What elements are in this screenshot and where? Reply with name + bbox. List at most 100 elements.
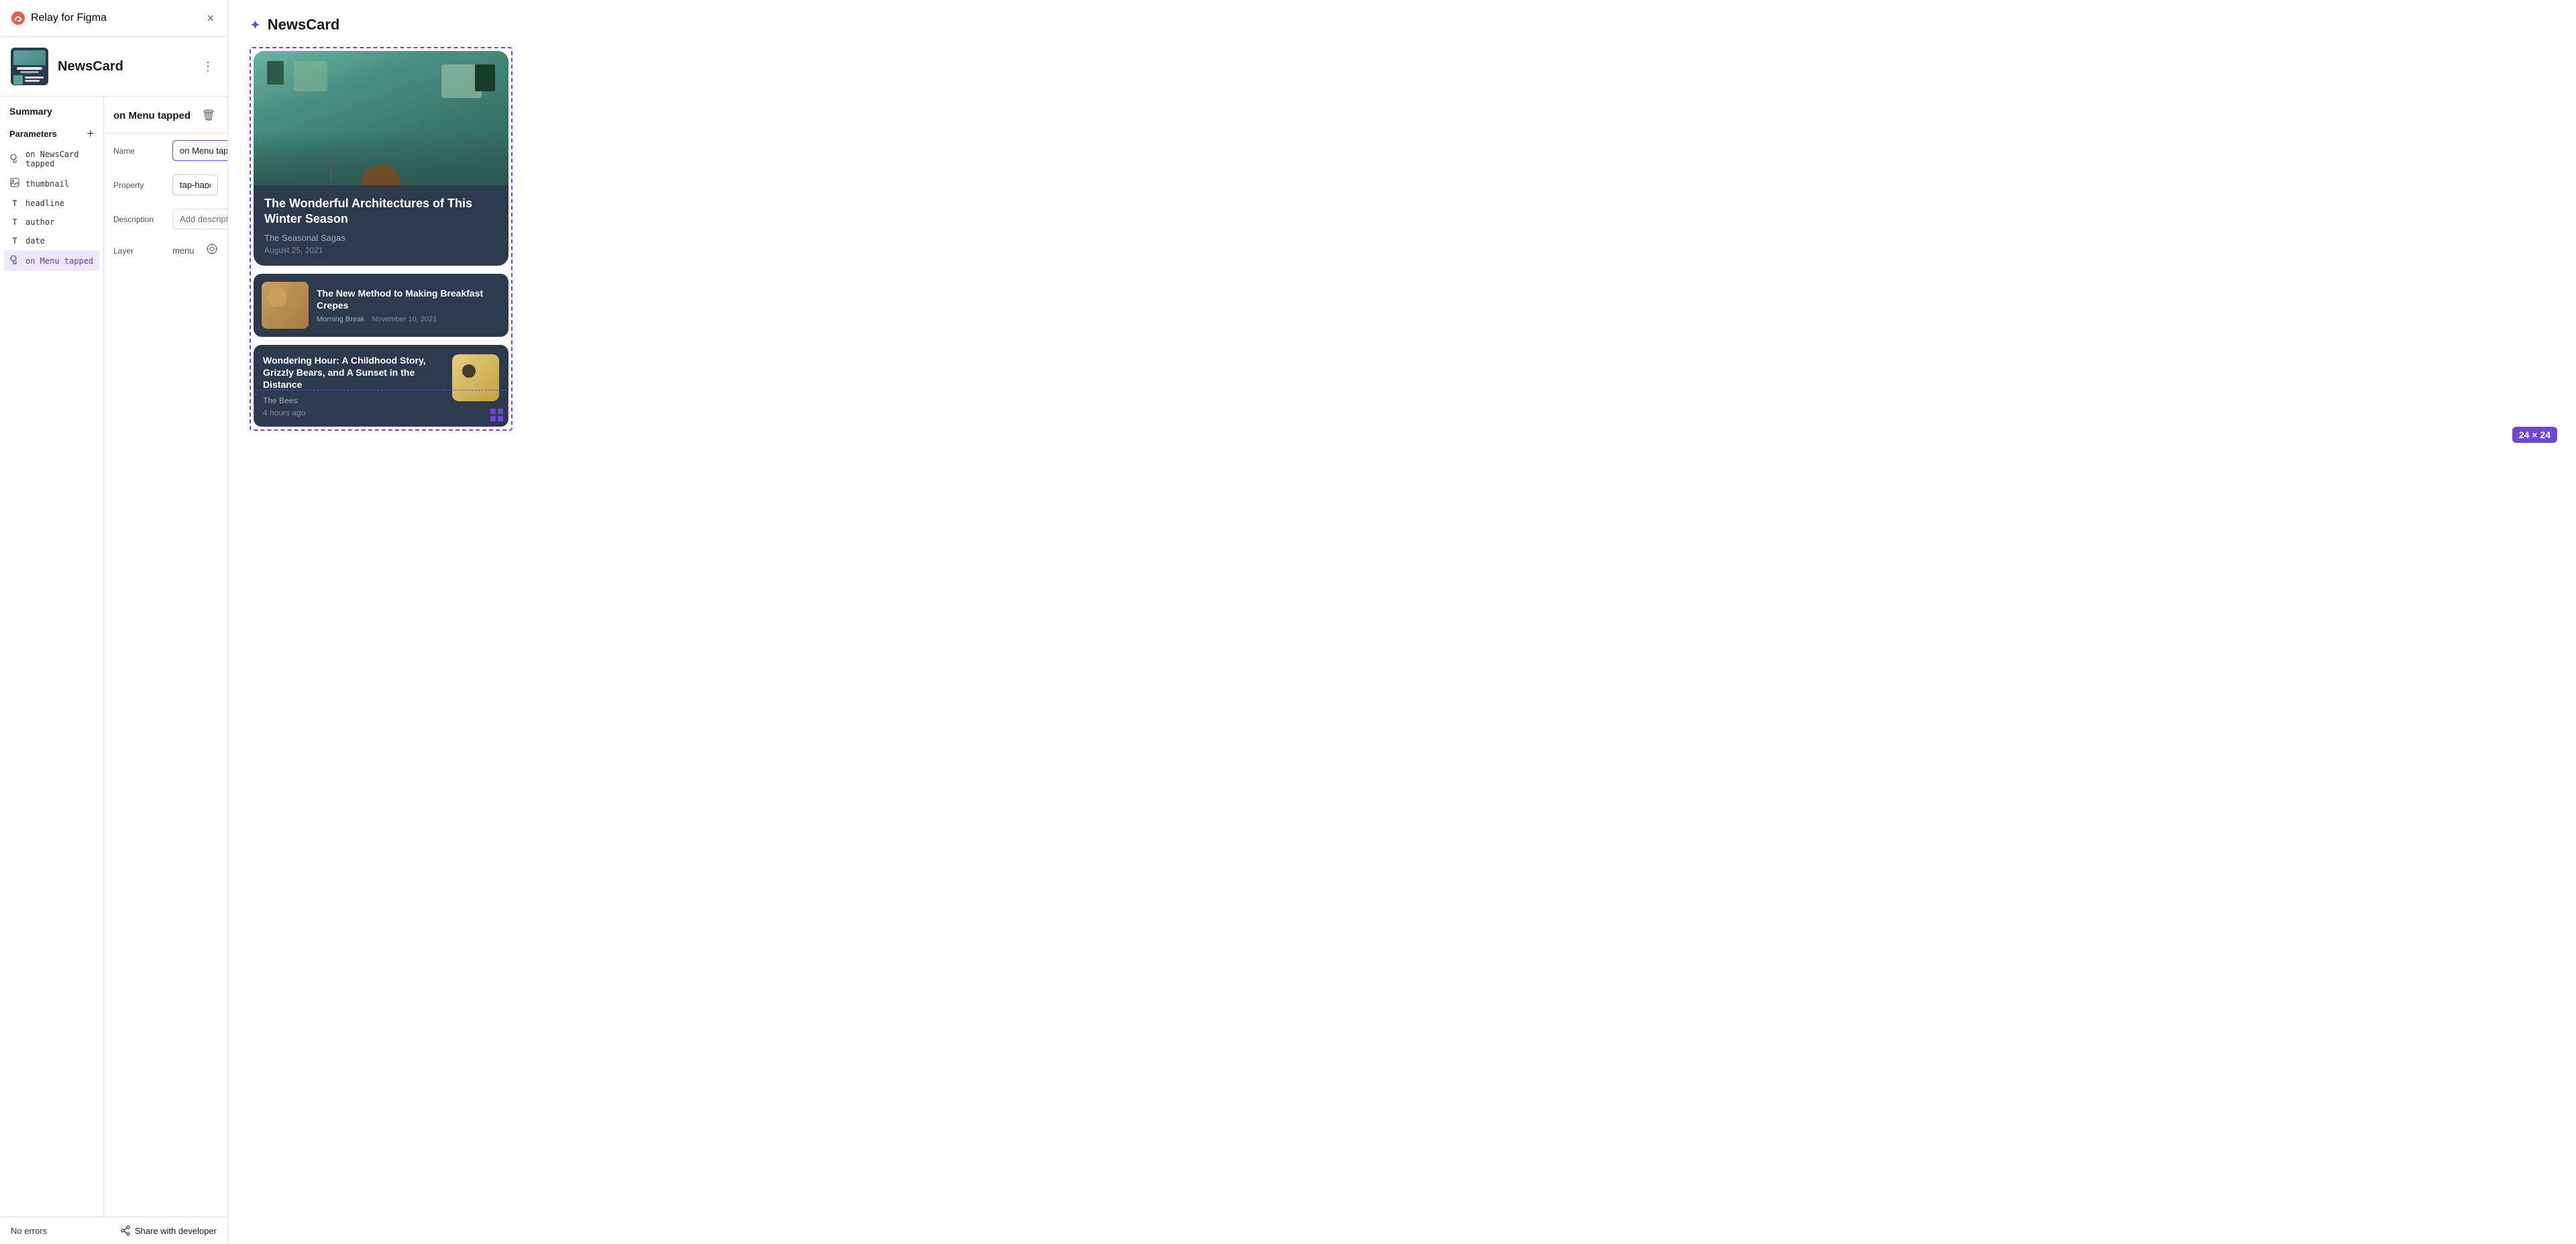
card-small: Wondering Hour: A Childhood Story, Grizz… xyxy=(254,345,508,427)
card-medium-date: November 10, 2021 xyxy=(372,315,437,323)
param-list: on NewsCard tapped thumbnail T xyxy=(0,145,103,271)
component-title: NewsCard xyxy=(58,59,123,74)
delete-button[interactable]: 🗑 xyxy=(199,106,218,125)
text-icon-date: T xyxy=(9,236,20,246)
app-name: Relay for Figma xyxy=(31,12,107,24)
card-small-image xyxy=(452,354,499,401)
shutters-right xyxy=(475,64,495,91)
layer-target-button[interactable] xyxy=(206,243,218,258)
param-name-headline: headline xyxy=(25,199,64,208)
layer-value: menu xyxy=(172,246,195,256)
card-large: The Wonderful Architectures of This Wint… xyxy=(254,51,508,266)
parameters-label: Parameters xyxy=(9,129,57,139)
share-button[interactable]: Share with developer xyxy=(120,1225,217,1236)
param-item-date[interactable]: T date xyxy=(0,231,103,250)
card-large-image xyxy=(254,51,508,185)
left-panel: Relay for Figma × xyxy=(0,0,228,1244)
app-header: Relay for Figma × xyxy=(0,0,227,37)
app-logo: Relay for Figma xyxy=(11,11,107,25)
sel-dot-4 xyxy=(498,416,503,421)
text-icon-headline: T xyxy=(9,199,20,208)
property-field-row: Property tap-handler ⌄ xyxy=(104,168,227,202)
param-item-author[interactable]: T author xyxy=(0,213,103,231)
card-large-content: The Wonderful Architectures of This Wint… xyxy=(254,185,508,266)
param-item-thumbnail[interactable]: thumbnail xyxy=(0,173,103,194)
preview-dashed-border: The Wonderful Architectures of This Wint… xyxy=(250,47,513,431)
component-thumbnail xyxy=(11,48,48,85)
sel-dot-1 xyxy=(490,409,496,414)
card-small-author: The Bees xyxy=(263,396,444,405)
card-medium-image xyxy=(262,282,309,329)
share-label: Share with developer xyxy=(135,1226,217,1236)
card-medium: The New Method to Making Breakfast Crepe… xyxy=(254,274,508,337)
sel-dot-2 xyxy=(498,409,503,414)
preview-title-row: ✦ NewsCard xyxy=(250,16,2555,34)
crosshair-icon xyxy=(206,243,218,255)
summary-pane: Summary Parameters + on N xyxy=(0,97,104,1216)
param-name-on-menu-tapped: on Menu tapped xyxy=(25,256,93,266)
card-medium-content: The New Method to Making Breakfast Crepe… xyxy=(317,287,500,323)
thumb-mini-lines xyxy=(25,76,46,83)
parameters-header: Parameters + xyxy=(0,123,103,145)
param-item-on-menu-tapped[interactable]: on Menu tapped xyxy=(4,250,99,271)
card-small-content: Wondering Hour: A Childhood Story, Grizz… xyxy=(263,354,444,418)
text-icon-author: T xyxy=(9,217,20,227)
description-label: Description xyxy=(113,215,167,224)
layer-label: Layer xyxy=(113,246,167,256)
close-button[interactable]: × xyxy=(204,9,217,27)
app-logo-icon xyxy=(11,11,25,25)
param-name-on-newscard-tapped: on NewsCard tapped xyxy=(25,150,94,168)
detail-pane: on Menu tapped 🗑 Name Property tap-handl… xyxy=(104,97,227,1216)
share-icon xyxy=(120,1225,131,1236)
card-medium-headline: The New Method to Making Breakfast Crepe… xyxy=(317,287,500,311)
image-icon xyxy=(9,178,20,189)
param-item-headline[interactable]: T headline xyxy=(0,194,103,213)
card-small-headline: Wondering Hour: A Childhood Story, Grizz… xyxy=(263,354,444,391)
detail-header: on Menu tapped 🗑 xyxy=(104,97,227,134)
summary-title: Summary xyxy=(0,97,103,123)
panel-body: Summary Parameters + on N xyxy=(0,97,227,1216)
property-select[interactable]: tap-handler xyxy=(172,174,218,195)
param-name-date: date xyxy=(25,236,45,246)
thumb-mini-line-2 xyxy=(25,80,40,82)
thumb-mini-img xyxy=(13,50,46,65)
description-field-row: Description xyxy=(104,202,227,236)
tap-icon-menu xyxy=(9,255,20,266)
panel-footer: No errors Share with developer xyxy=(0,1216,227,1244)
thumb-mini-line xyxy=(25,76,44,79)
preview-component-name: NewsCard xyxy=(268,16,340,34)
card-medium-meta: Morning Break November 10, 2021 xyxy=(317,315,500,323)
thumb-mini-text1 xyxy=(17,67,42,70)
lamppost xyxy=(330,158,332,185)
add-parameter-button[interactable]: + xyxy=(87,127,94,140)
card-large-headline: The Wonderful Architectures of This Wint… xyxy=(264,196,498,227)
thumb-mini-row xyxy=(13,73,46,85)
shutters-left xyxy=(267,61,284,85)
size-badge: 24 × 24 xyxy=(2512,427,2557,443)
param-name-thumbnail: thumbnail xyxy=(25,179,69,189)
param-name-author: author xyxy=(25,217,54,227)
description-input[interactable] xyxy=(172,209,227,229)
detail-title: on Menu tapped xyxy=(113,110,191,121)
thumb-mini-sq xyxy=(13,75,23,85)
name-field-row: Name xyxy=(104,134,227,168)
selection-dots xyxy=(490,409,503,421)
component-header: NewsCard ⋮ xyxy=(0,37,227,97)
component-left: NewsCard xyxy=(11,48,123,85)
property-select-wrap: tap-handler ⌄ xyxy=(172,174,218,195)
property-label: Property xyxy=(113,180,167,190)
news-card-component: The Wonderful Architectures of This Wint… xyxy=(254,51,508,427)
right-panel: ✦ NewsCard The Wonderful Architectures o… xyxy=(228,0,2576,1244)
layer-wrap: menu xyxy=(172,243,218,258)
card-small-date: 4 hours ago xyxy=(263,408,444,417)
more-button[interactable]: ⋮ xyxy=(199,57,217,76)
param-item-on-newscard-tapped[interactable]: on NewsCard tapped xyxy=(0,145,103,173)
name-input[interactable] xyxy=(172,140,227,161)
card-large-date: August 25, 2021 xyxy=(264,246,498,255)
name-label: Name xyxy=(113,146,167,156)
tap-icon xyxy=(9,154,20,165)
diamond-icon: ✦ xyxy=(250,17,261,34)
card-medium-author: Morning Break xyxy=(317,315,365,323)
layer-field-row: Layer menu xyxy=(104,236,227,265)
preview-canvas: The Wonderful Architectures of This Wint… xyxy=(250,47,2555,431)
